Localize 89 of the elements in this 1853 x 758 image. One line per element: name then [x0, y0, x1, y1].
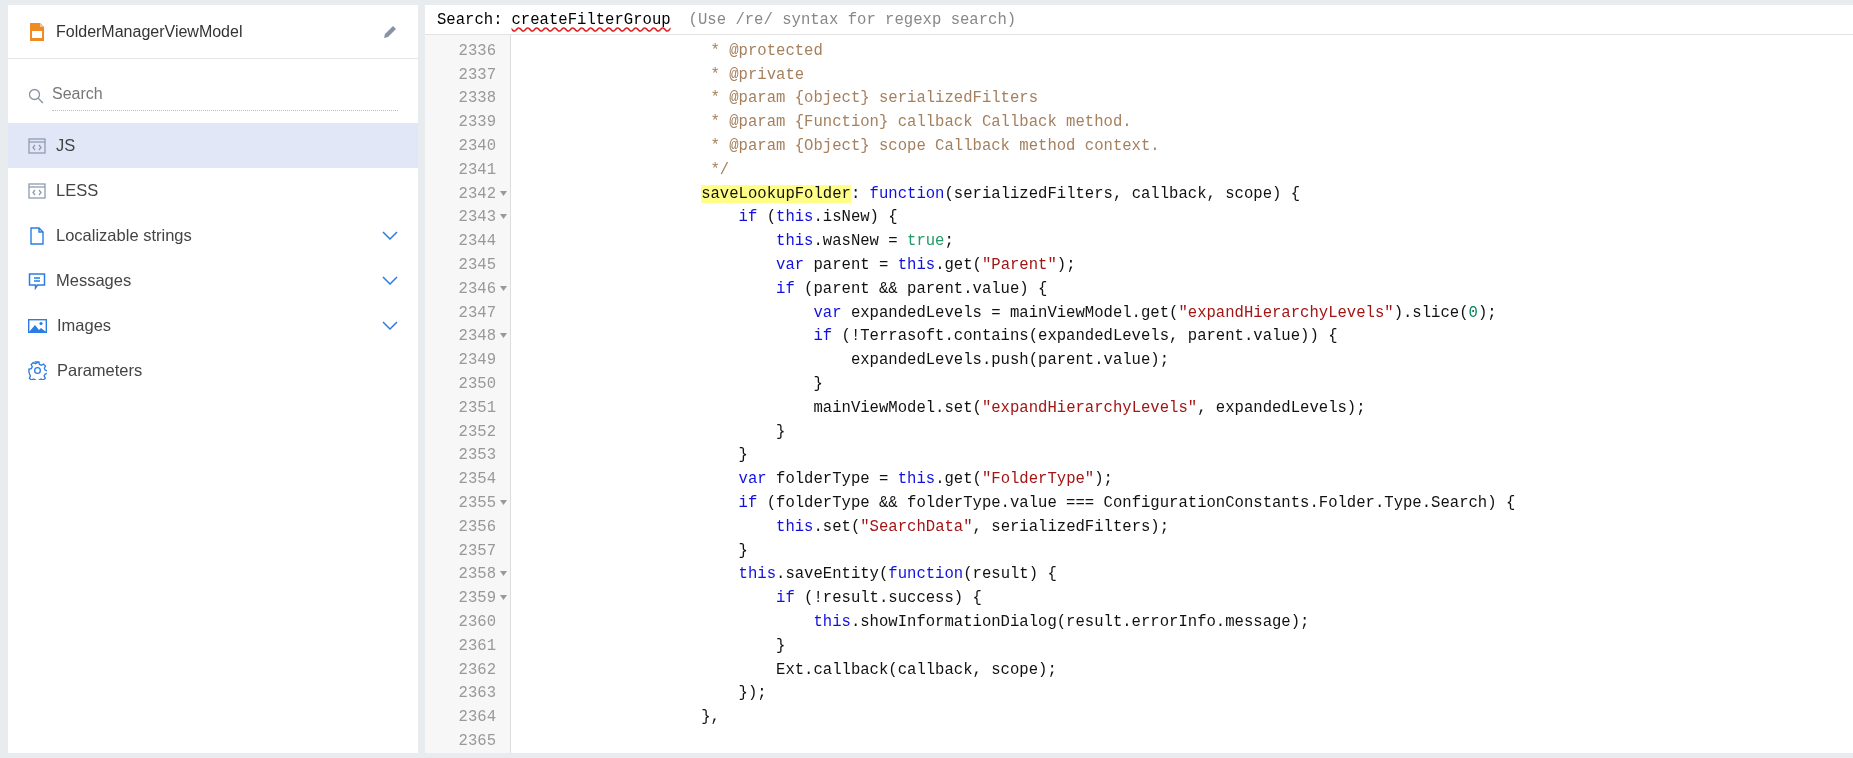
code-line: * @param {object} serializedFilters — [709, 89, 1039, 108]
code-line: * @param {Object} scope Callback method context. — [709, 137, 1160, 156]
line-number: 2344 — [458, 232, 496, 251]
line-number: 2351 — [458, 398, 496, 417]
code-line: mainViewModel.set("expandHierarchyLevels", expandedLevels); — [812, 398, 1366, 417]
fold-arrow-icon[interactable] — [500, 595, 507, 602]
line-number: 2355 — [458, 494, 496, 513]
fold-arrow-icon[interactable] — [500, 571, 507, 578]
search-query[interactable]: createFilterGroup — [511, 10, 671, 29]
chevron-down-icon[interactable] — [382, 231, 398, 240]
code-line: var parent = this.get("Parent"); — [775, 256, 1076, 275]
line-number: 2354 — [458, 470, 496, 489]
search-hint: (Use /re/ syntax for regexp search) — [688, 10, 1017, 29]
code-line: } — [775, 636, 786, 655]
line-number: 2347 — [458, 303, 496, 322]
sidebar-item[interactable]: Localizable strings — [8, 213, 418, 258]
line-number: 2339 — [458, 113, 496, 132]
line-number: 2346 — [458, 279, 496, 298]
code-line: } — [812, 375, 823, 394]
line-number: 2348 — [458, 327, 496, 346]
code-line: } — [737, 446, 748, 465]
line-number: 2360 — [458, 613, 496, 631]
code-line: var expandedLevels = mainViewModel.get("expandHierarchyLevels").slice(0); — [812, 303, 1497, 322]
code-line: * @private — [709, 65, 805, 84]
code-line: } — [775, 422, 786, 441]
chevron-down-icon[interactable] — [382, 321, 398, 330]
code-line: if (!result.success) { — [775, 589, 982, 608]
line-number: 2350 — [458, 375, 496, 394]
code-line: saveLookupFolder: function(serializedFilters, callback, scope) { — [700, 184, 1301, 203]
line-number: 2345 — [458, 256, 496, 275]
code-window-icon — [28, 136, 46, 155]
sidebar-item[interactable]: LESS — [8, 168, 418, 213]
search-field[interactable]: Search — [52, 81, 398, 111]
code-line: */ — [709, 160, 730, 179]
line-number: 2363 — [458, 684, 496, 703]
code-line: if (parent && parent.value) { — [775, 279, 1048, 298]
line-number: 2342 — [458, 184, 496, 203]
sidebar-title: FolderManagerViewModel — [56, 22, 244, 41]
line-number: 2340 — [458, 137, 496, 156]
code-line: * @param {Function} callback Callback method. — [709, 113, 1132, 132]
code-line: if (folderType && folderType.value === ConfigurationConstants.Folder.Type.Search) { — [737, 494, 1516, 513]
code-line: var folderType = this.get("FolderType"); — [737, 470, 1113, 489]
sidebar-item[interactable]: JS — [8, 123, 418, 168]
line-number: 2349 — [458, 351, 496, 370]
fold-arrow-icon[interactable] — [500, 214, 507, 221]
sidebar-item[interactable]: Images — [8, 303, 418, 348]
code-line: } — [737, 541, 748, 560]
line-number: 2341 — [458, 160, 496, 179]
code-line: }); — [737, 684, 767, 703]
fold-arrow-icon[interactable] — [500, 190, 507, 197]
line-number: 2362 — [458, 660, 496, 679]
line-number: 2361 — [458, 636, 496, 655]
code-line: }, — [700, 708, 720, 727]
line-number: 2343 — [458, 208, 496, 227]
code-line: * @protected — [709, 41, 823, 60]
fold-arrow-icon[interactable] — [500, 333, 507, 340]
line-number: 2364 — [458, 708, 496, 727]
code-window-icon — [28, 181, 46, 200]
line-number: 2365 — [458, 732, 496, 750]
chevron-down-icon[interactable] — [382, 276, 398, 285]
line-number: 2357 — [458, 541, 496, 560]
code-line: if (this.isNew) { — [737, 208, 898, 227]
code-line: this.showInformationDialog(result.errorInfo.message); — [812, 613, 1310, 631]
code-line: this.wasNew = true; — [775, 232, 954, 251]
code-line: this.saveEntity(function(result) { — [737, 565, 1057, 584]
fold-arrow-icon[interactable] — [500, 500, 507, 507]
sidebar-item[interactable]: Messages — [8, 258, 418, 303]
code-line: expandedLevels.push(parent.value); — [849, 351, 1170, 370]
image-icon — [28, 317, 47, 334]
pencil-icon[interactable] — [383, 24, 398, 39]
code-line: this.set("SearchData", serializedFilters); — [775, 517, 1170, 536]
sidebar-item[interactable]: Parameters — [8, 348, 418, 393]
line-number: 2352 — [458, 422, 496, 441]
line-number: 2359 — [458, 589, 496, 608]
line-number: 2353 — [458, 446, 496, 465]
search-icon — [28, 88, 44, 104]
document-icon — [28, 226, 46, 245]
line-number: 2338 — [458, 89, 496, 108]
line-number: 2358 — [458, 565, 496, 584]
gear-icon — [28, 361, 47, 380]
line-number: 2336 — [458, 41, 496, 60]
search-label: Search: — [437, 10, 503, 29]
js-file-icon — [28, 21, 46, 42]
line-number: 2356 — [458, 517, 496, 536]
code-line: Ext.callback(callback, scope); — [775, 660, 1057, 679]
line-number: 2337 — [458, 65, 496, 84]
fold-arrow-icon[interactable] — [500, 285, 507, 292]
message-icon — [28, 271, 46, 290]
code-line: if (!Terrasoft.contains(expandedLevels, parent.value)) { — [812, 327, 1338, 346]
